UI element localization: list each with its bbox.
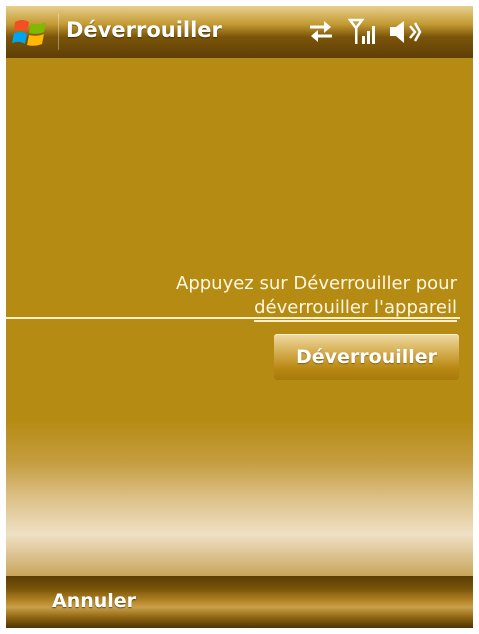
cancel-softkey[interactable]: Annuler — [52, 590, 136, 612]
windows-flag-icon — [12, 20, 46, 46]
title-bar: Déverrouiller — [6, 6, 473, 58]
divider — [6, 317, 460, 319]
volume-icon[interactable] — [388, 18, 422, 50]
content-area: Appuyez sur Déverrouiller pour déverroui… — [6, 58, 473, 576]
window-title: Déverrouiller — [66, 18, 222, 42]
unlock-prompt: Appuyez sur Déverrouiller pour déverroui… — [137, 272, 457, 322]
prompt-line-1: Appuyez sur Déverrouiller pour — [176, 273, 457, 294]
start-button[interactable] — [6, 6, 60, 58]
softkey-bar: Annuler — [6, 576, 473, 628]
unlock-button[interactable]: Déverrouiller — [274, 334, 459, 380]
signal-strength-icon[interactable] — [347, 18, 380, 50]
sync-arrows-icon[interactable] — [306, 18, 336, 48]
title-separator — [58, 14, 59, 50]
device-screen: Déverrouiller Appuyez sur Déverrouiller … — [6, 6, 473, 628]
